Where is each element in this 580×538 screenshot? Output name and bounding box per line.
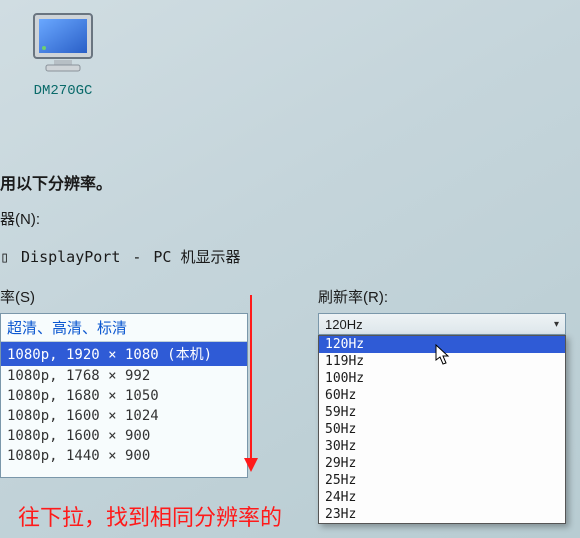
refresh-option[interactable]: 119Hz — [319, 353, 565, 370]
connector-device: PC 机显示器 — [153, 246, 240, 267]
refresh-option[interactable]: 30Hz — [319, 438, 565, 455]
annotation-arrow-icon — [250, 295, 252, 470]
resolution-list-header: 超清、高清、标清 — [1, 314, 247, 342]
connector-bullet: ▯ — [0, 248, 9, 266]
refresh-option[interactable]: 50Hz — [319, 421, 565, 438]
refresh-selected-value: 120Hz — [325, 317, 363, 332]
resolution-listbox[interactable]: 超清、高清、标清 1080p, 1920 × 1080 (本机)1080p, 1… — [0, 313, 248, 478]
monitor-icon — [28, 8, 98, 78]
resolution-option[interactable]: 1080p, 1600 × 1024 — [1, 406, 247, 426]
resolution-option[interactable]: 1080p, 1920 × 1080 (本机) — [1, 342, 247, 366]
refresh-option[interactable]: 60Hz — [319, 387, 565, 404]
use-resolution-heading: 用以下分辨率。 — [0, 170, 112, 194]
resolution-option[interactable]: 1080p, 1440 × 900 — [1, 446, 247, 466]
refresh-option[interactable]: 29Hz — [319, 455, 565, 472]
connector-row: ▯ DisplayPort - PC 机显示器 — [0, 246, 241, 267]
desktop-monitor-icon[interactable]: DM270GC — [18, 8, 108, 99]
rate-label: 率(S) — [0, 286, 35, 307]
resolution-option[interactable]: 1080p, 1768 × 992 — [1, 366, 247, 386]
refresh-label: 刷新率(R): — [318, 286, 388, 307]
refresh-option[interactable]: 23Hz — [319, 506, 565, 523]
monitor-label: 器(N): — [0, 208, 40, 229]
resolution-option[interactable]: 1080p, 1600 × 900 — [1, 426, 247, 446]
connector-dash: - — [132, 248, 141, 266]
refresh-dropdown-list[interactable]: 120Hz119Hz100Hz60Hz59Hz50Hz30Hz29Hz25Hz2… — [318, 335, 566, 524]
refresh-option[interactable]: 59Hz — [319, 404, 565, 421]
connector-port: DisplayPort — [21, 248, 120, 266]
refresh-dropdown[interactable]: 120Hz ▾ — [318, 313, 566, 335]
refresh-option[interactable]: 100Hz — [319, 370, 565, 387]
annotation-text: 往下拉，找到相同分辨率的 — [18, 500, 282, 532]
resolution-option[interactable]: 1080p, 1680 × 1050 — [1, 386, 247, 406]
chevron-down-icon: ▾ — [554, 319, 559, 330]
refresh-option[interactable]: 24Hz — [319, 489, 565, 506]
refresh-option[interactable]: 25Hz — [319, 472, 565, 489]
desktop-icon-label: DM270GC — [18, 83, 108, 99]
refresh-option[interactable]: 120Hz — [319, 336, 565, 353]
